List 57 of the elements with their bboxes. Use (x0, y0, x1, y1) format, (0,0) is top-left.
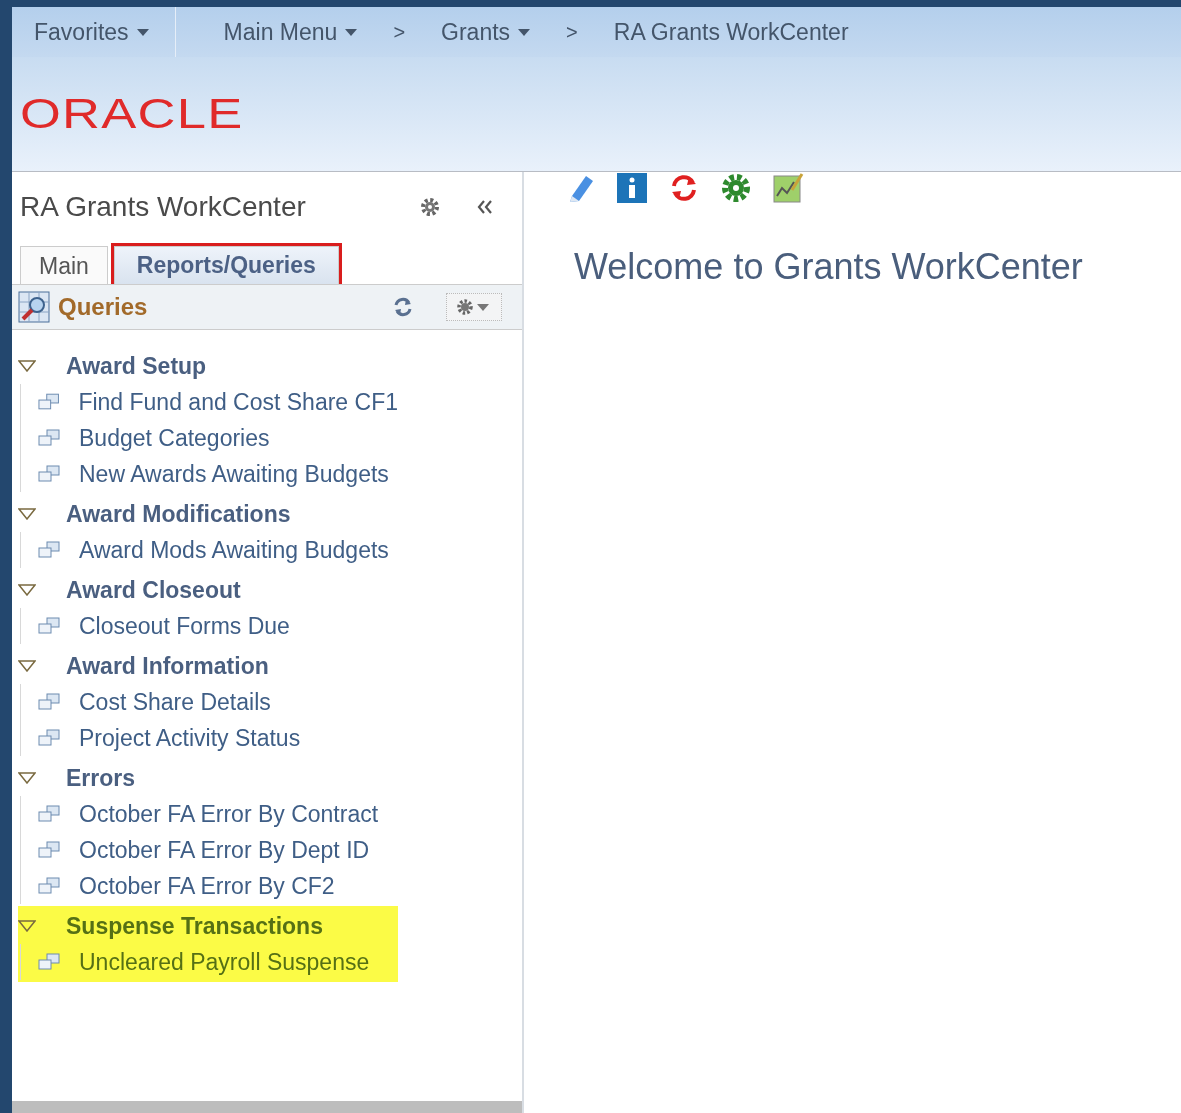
query-link-icon (37, 952, 61, 972)
query-link[interactable]: October FA Error By CF2 (79, 872, 335, 900)
query-icon (18, 291, 50, 323)
group-label[interactable]: Award Modifications (66, 500, 291, 528)
query-link[interactable]: Closeout Forms Due (79, 612, 290, 640)
settings-menu-button[interactable] (446, 293, 502, 321)
collapse-icon[interactable] (476, 199, 494, 215)
query-link[interactable]: Cost Share Details (79, 688, 271, 716)
query-link-icon (37, 876, 61, 896)
query-link[interactable]: Uncleared Payroll Suspense (79, 948, 370, 976)
section-title: Queries (58, 293, 149, 321)
group-label[interactable]: Award Setup (66, 352, 207, 380)
tab[interactable]: Reports/Queries (113, 246, 339, 284)
welcome-heading: Welcome to Grants WorkCenter (574, 246, 1084, 288)
breadcrumb-separator: > (565, 20, 579, 44)
breadcrumb-link[interactable]: RA Grants WorkCenter (585, 7, 877, 57)
query-link-icon (37, 428, 61, 448)
tab[interactable]: Main (20, 246, 108, 284)
query-link-icon (37, 392, 61, 412)
breadcrumb-separator: > (392, 20, 407, 44)
settings-icon[interactable] (720, 172, 752, 204)
chart-note-icon[interactable] (772, 172, 804, 204)
query-link-icon (37, 616, 61, 636)
query-link-icon (37, 728, 61, 748)
nav-menu[interactable]: Grants (413, 7, 559, 57)
caret-icon (136, 28, 149, 36)
query-link-icon (37, 692, 61, 712)
expand-icon[interactable] (18, 920, 36, 932)
group-label[interactable]: Errors (66, 764, 136, 792)
query-link-icon (37, 540, 61, 560)
query-link[interactable]: Budget Categories (79, 424, 270, 452)
settings-icon[interactable] (420, 197, 440, 217)
group-label[interactable]: Award Closeout (66, 576, 241, 604)
query-link[interactable]: Award Mods Awaiting Budgets (79, 536, 389, 564)
query-link[interactable]: October FA Error By Dept ID (79, 836, 370, 864)
query-link[interactable]: New Awards Awaiting Budgets (79, 460, 389, 488)
oracle-logo: ORACLE (20, 90, 244, 138)
refresh-icon[interactable] (392, 296, 414, 318)
query-link[interactable]: Find Fund and Cost Share CF1 (78, 388, 398, 416)
group-label[interactable]: Suspense Transactions (66, 912, 323, 940)
query-link-icon (37, 464, 61, 484)
caret-icon (345, 28, 358, 36)
expand-icon[interactable] (18, 660, 36, 672)
expand-icon[interactable] (18, 360, 36, 372)
info-icon[interactable] (616, 172, 648, 204)
expand-icon[interactable] (18, 508, 36, 520)
expand-icon[interactable] (18, 584, 36, 596)
expand-icon[interactable] (18, 772, 36, 784)
scrollbar[interactable] (12, 1101, 522, 1113)
query-link[interactable]: October FA Error By Contract (79, 800, 379, 828)
caret-icon (518, 28, 531, 36)
pane-title: RA Grants WorkCenter (20, 191, 307, 223)
query-link-icon (37, 804, 61, 824)
nav-menu[interactable]: Main Menu (195, 7, 386, 57)
query-link[interactable]: Project Activity Status (79, 724, 301, 752)
group-label[interactable]: Award Information (66, 652, 269, 680)
query-link-icon (37, 840, 61, 860)
